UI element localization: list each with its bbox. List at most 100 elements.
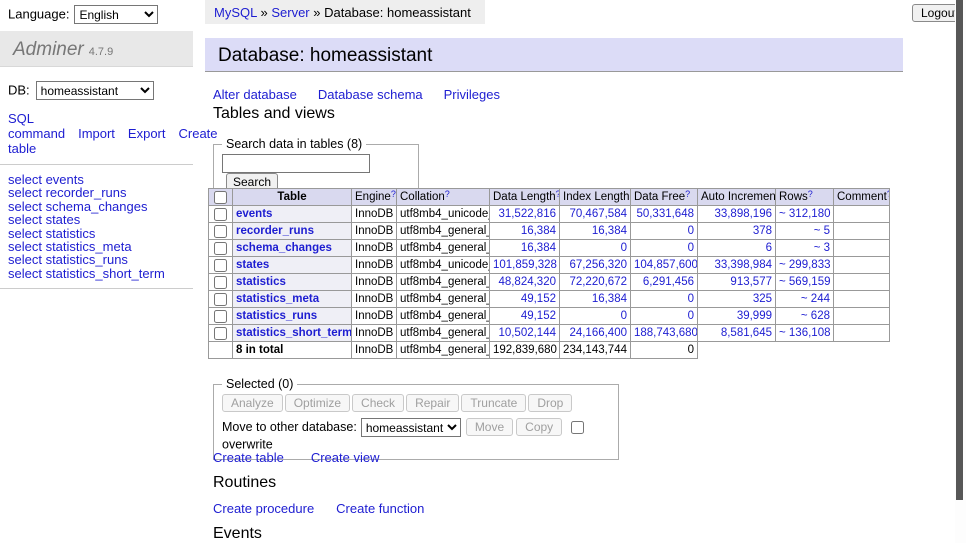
table-link-events[interactable]: events [236, 208, 272, 220]
row-checkbox-statistics_meta[interactable] [214, 293, 227, 306]
comment-cell [834, 274, 890, 291]
create-function-link[interactable]: Create function [336, 501, 424, 516]
sidebar-select-states[interactable]: select states [8, 213, 193, 226]
database-schema-link[interactable]: Database schema [318, 87, 423, 102]
language-select[interactable]: English [74, 5, 158, 24]
row-checkbox-statistics[interactable] [214, 276, 227, 289]
row-checkbox-states[interactable] [214, 259, 227, 272]
export-link[interactable]: Export [128, 126, 166, 141]
sidebar-select-recorder_runs[interactable]: select recorder_runs [8, 186, 193, 199]
create-view-link[interactable]: Create view [311, 450, 380, 465]
data-length-link[interactable]: 101,859,328 [493, 259, 557, 271]
table-name-cell: events [233, 206, 352, 223]
data-length-link[interactable]: 49,152 [521, 310, 556, 322]
index-length-link[interactable]: 67,256,320 [569, 259, 627, 271]
index-length-link[interactable]: 70,467,584 [569, 208, 627, 220]
row-checkbox-schema_changes[interactable] [214, 242, 227, 255]
data-length-link[interactable]: 48,824,320 [498, 276, 556, 288]
data-length-link[interactable]: 16,384 [521, 242, 556, 254]
data-free-link[interactable]: 0 [688, 310, 694, 322]
tables-table: TableEngine?Collation?Data Length?Index … [208, 188, 890, 359]
data-free-link[interactable]: 6,291,456 [643, 276, 694, 288]
rows-link[interactable]: ~ 5 [814, 225, 830, 237]
sidebar-select-schema_changes[interactable]: select schema_changes [8, 200, 193, 213]
auto-increment-link[interactable]: 39,999 [737, 310, 772, 322]
help-icon[interactable]: ? [556, 189, 560, 199]
index-length-cell: 0 [560, 240, 631, 257]
rows-link[interactable]: ~ 3 [814, 242, 830, 254]
table-name-cell: schema_changes [233, 240, 352, 257]
create-table-link[interactable]: Create table [213, 450, 284, 465]
sidebar-select-events[interactable]: select events [8, 173, 193, 186]
table-link-schema_changes[interactable]: schema_changes [236, 242, 332, 254]
data-length-link[interactable]: 16,384 [521, 225, 556, 237]
table-link-statistics[interactable]: statistics [236, 276, 286, 288]
rows-link[interactable]: ~ 299,833 [779, 259, 830, 271]
alter-database-link[interactable]: Alter database [213, 87, 297, 102]
table-link-recorder_runs[interactable]: recorder_runs [236, 225, 314, 237]
data-free-link[interactable]: 0 [688, 225, 694, 237]
auto-increment-link[interactable]: 33,398,984 [714, 259, 772, 271]
data-length-link[interactable]: 10,502,144 [498, 327, 556, 339]
auto-increment-link[interactable]: 6 [766, 242, 772, 254]
rows-link[interactable]: ~ 136,108 [779, 327, 830, 339]
auto-increment-link[interactable]: 378 [753, 225, 772, 237]
data-length-link[interactable]: 49,152 [521, 293, 556, 305]
index-length-link[interactable]: 0 [621, 310, 627, 322]
row-checkbox-events[interactable] [214, 208, 227, 221]
db-select[interactable]: homeassistant [36, 81, 154, 100]
index-length-link[interactable]: 24,166,400 [569, 327, 627, 339]
help-icon[interactable]: ? [391, 189, 396, 199]
auto-increment-link[interactable]: 325 [753, 293, 772, 305]
index-length-link[interactable]: 16,384 [592, 293, 627, 305]
data-free-link[interactable]: 0 [688, 242, 694, 254]
rows-link[interactable]: ~ 569,159 [779, 276, 830, 288]
selected-fieldset: Selected (0) AnalyzeOptimizeCheckRepairT… [213, 377, 619, 460]
move-db-select[interactable]: homeassistant [361, 418, 461, 437]
scrollbar-thumb[interactable] [956, 0, 963, 500]
help-icon[interactable]: ? [808, 189, 813, 199]
table-link-statistics_meta[interactable]: statistics_meta [236, 293, 319, 305]
sql-command-link[interactable]: SQL command [8, 111, 65, 141]
sidebar-select-statistics_meta[interactable]: select statistics_meta [8, 240, 193, 253]
data-length-cell: 16,384 [490, 240, 560, 257]
rows-link[interactable]: ~ 244 [801, 293, 830, 305]
help-icon[interactable]: ? [445, 189, 450, 199]
create-procedure-link[interactable]: Create procedure [213, 501, 314, 516]
auto-increment-link[interactable]: 33,898,196 [714, 208, 772, 220]
comment-cell [834, 206, 890, 223]
table-link-states[interactable]: states [236, 259, 269, 271]
index-length-link[interactable]: 72,220,672 [569, 276, 627, 288]
total-cell: utf8mb4_general_ci [397, 342, 490, 359]
data-length-link[interactable]: 31,522,816 [498, 208, 556, 220]
select-all-checkbox[interactable] [214, 191, 227, 204]
data-free-link[interactable]: 0 [688, 293, 694, 305]
scrollbar[interactable] [955, 0, 966, 543]
breadcrumb-link-server[interactable]: Server [271, 5, 309, 20]
auto-increment-link[interactable]: 8,581,645 [721, 327, 772, 339]
search-input[interactable] [222, 154, 370, 173]
data-free-link[interactable]: 104,857,600 [634, 259, 698, 271]
overwrite-checkbox[interactable] [571, 421, 584, 434]
table-link-statistics_runs[interactable]: statistics_runs [236, 310, 317, 322]
events-heading: Events [213, 525, 262, 543]
index-length-link[interactable]: 0 [621, 242, 627, 254]
data-free-link[interactable]: 188,743,680 [634, 327, 698, 339]
privileges-link[interactable]: Privileges [444, 87, 500, 102]
sidebar-select-statistics_runs[interactable]: select statistics_runs [8, 253, 193, 266]
help-icon[interactable]: ? [685, 189, 690, 199]
table-link-statistics_short_term[interactable]: statistics_short_term [236, 327, 352, 339]
row-checkbox-statistics_short_term[interactable] [214, 327, 227, 340]
row-checkbox-statistics_runs[interactable] [214, 310, 227, 323]
sidebar-select-statistics_short_term[interactable]: select statistics_short_term [8, 267, 193, 280]
help-icon[interactable]: ? [887, 189, 890, 199]
import-link[interactable]: Import [78, 126, 115, 141]
data-free-link[interactable]: 50,331,648 [636, 208, 694, 220]
breadcrumb-link-mysql[interactable]: MySQL [214, 5, 257, 20]
auto-increment-link[interactable]: 913,577 [730, 276, 772, 288]
rows-link[interactable]: ~ 312,180 [779, 208, 830, 220]
sidebar-select-statistics[interactable]: select statistics [8, 227, 193, 240]
row-checkbox-recorder_runs[interactable] [214, 225, 227, 238]
index-length-link[interactable]: 16,384 [592, 225, 627, 237]
rows-link[interactable]: ~ 628 [801, 310, 830, 322]
